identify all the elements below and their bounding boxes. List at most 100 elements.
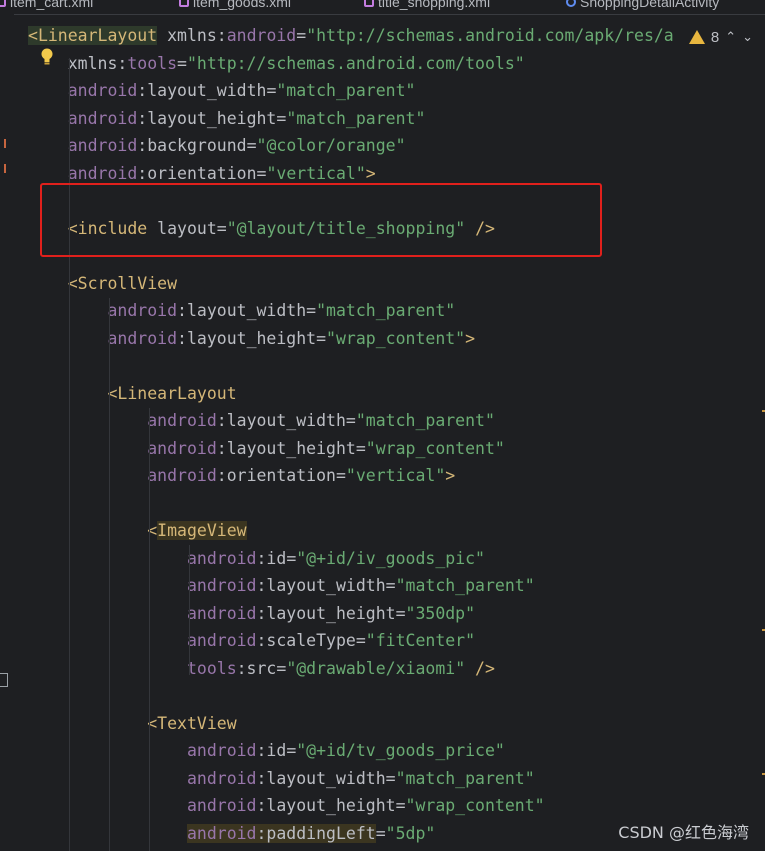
- code-token: =: [266, 81, 277, 100]
- code-token: android: [67, 108, 138, 128]
- code-token: "@+id/iv_goods_pic": [296, 548, 485, 568]
- editor-tab[interactable]: title_shopping.xml: [364, 0, 490, 13]
- code-token: android: [186, 603, 257, 623]
- code-token: =: [177, 53, 187, 73]
- code-token: <TextView: [147, 713, 237, 733]
- code-token: "http://schemas.android.com/tools": [186, 53, 525, 73]
- code-token: =: [286, 548, 297, 568]
- code-token: xmlns:: [157, 26, 227, 45]
- code-token: tools: [127, 53, 178, 73]
- code-token: "wrap_content": [405, 796, 545, 815]
- code-token: "vertical": [266, 163, 366, 183]
- code-token: =: [296, 26, 307, 45]
- editor-tab-label: title_shopping.xml: [378, 0, 491, 10]
- code-token: android: [186, 823, 257, 843]
- watermark: CSDN @红色海湾: [618, 823, 749, 842]
- code-token: :layout_height: [216, 438, 356, 458]
- code-token: =: [316, 328, 327, 348]
- code-token: android: [147, 411, 217, 430]
- editor-tab-label: item_cart.xml: [10, 0, 94, 10]
- code-token: android: [67, 163, 138, 183]
- code-line: <LinearLayout: [28, 380, 765, 408]
- code-token: android: [226, 26, 297, 45]
- code-line: android:scaleType="fitCenter": [28, 627, 765, 655]
- code-token: :layout_width: [177, 301, 307, 320]
- code-token: android: [186, 631, 257, 650]
- image-preview-icon[interactable]: [0, 673, 8, 687]
- code-token: :src: [236, 658, 277, 678]
- code-token: =: [345, 411, 356, 430]
- xml-file-icon: [0, 0, 6, 7]
- code-token: android: [186, 548, 257, 568]
- editor-tab-label: item_goods.xml: [193, 0, 292, 10]
- code-line: android:layout_height="match_parent": [28, 105, 765, 133]
- code-line: <TextView: [28, 710, 765, 738]
- code-token: :background: [137, 136, 247, 155]
- code-line: android:layout_width="match_parent": [28, 572, 765, 600]
- code-token: <LinearLayout: [107, 383, 237, 403]
- code-token: :layout_height: [177, 328, 317, 348]
- editor-tab[interactable]: item_cart.xml: [0, 0, 93, 13]
- change-marker: [0, 164, 6, 173]
- annotation-highlight-box: [40, 183, 602, 257]
- indent-guide: [149, 408, 150, 851]
- code-token: android: [67, 81, 138, 100]
- code-token: :id: [256, 548, 287, 568]
- lightbulb-icon[interactable]: [40, 48, 54, 66]
- warning-icon: [688, 30, 705, 44]
- code-token: "match_parent": [355, 411, 495, 430]
- code-token: :id: [256, 741, 287, 760]
- chevron-up-icon[interactable]: ⌃: [725, 29, 736, 45]
- code-line: <LinearLayout xmlns:android="http://sche…: [28, 22, 765, 50]
- code-token: android: [107, 301, 178, 320]
- code-token: =: [385, 768, 396, 788]
- code-token: =: [335, 466, 346, 485]
- indent-guide: [109, 298, 110, 851]
- code-token: >: [365, 163, 376, 183]
- code-token: android: [107, 328, 178, 348]
- inspections-widget[interactable]: 8 ⌃ ⌄: [684, 24, 765, 50]
- code-line: <ImageView: [28, 517, 765, 545]
- editor-tab[interactable]: ShoppingDetailActivity: [566, 0, 719, 13]
- warning-count: 8: [710, 28, 720, 46]
- editor-tab[interactable]: item_goods.xml: [179, 0, 291, 13]
- code-line: android:layout_width="match_parent": [28, 77, 765, 105]
- code-token: "match_parent": [395, 768, 535, 788]
- code-line: android:id="@+id/iv_goods_pic": [28, 545, 765, 573]
- editor-tab-label: ShoppingDetailActivity: [580, 0, 720, 10]
- code-line: android:layout_height="wrap_content": [28, 435, 765, 463]
- code-line: android:layout_height="350dp": [28, 600, 765, 628]
- code-token: :layout_width: [216, 411, 346, 430]
- xml-file-icon: [364, 0, 374, 7]
- editor-gutter: [0, 14, 14, 851]
- code-editor[interactable]: <LinearLayout xmlns:android="http://sche…: [28, 22, 765, 847]
- code-token: "vertical": [345, 466, 446, 485]
- code-line: xmlns:tools="http://schemas.android.com/…: [28, 50, 765, 78]
- code-token: :paddingLeft: [256, 823, 376, 843]
- xml-file-icon: [179, 0, 189, 7]
- code-token: =: [306, 301, 317, 320]
- code-token: android: [147, 438, 217, 458]
- code-token: :layout_height: [137, 108, 277, 128]
- code-line: android:background="@color/orange": [28, 132, 765, 160]
- code-token: ImageView: [157, 521, 247, 540]
- code-line: android:id="@+id/tv_goods_price": [28, 737, 765, 765]
- indent-guide: [189, 545, 190, 675]
- chevron-down-icon[interactable]: ⌄: [742, 29, 753, 45]
